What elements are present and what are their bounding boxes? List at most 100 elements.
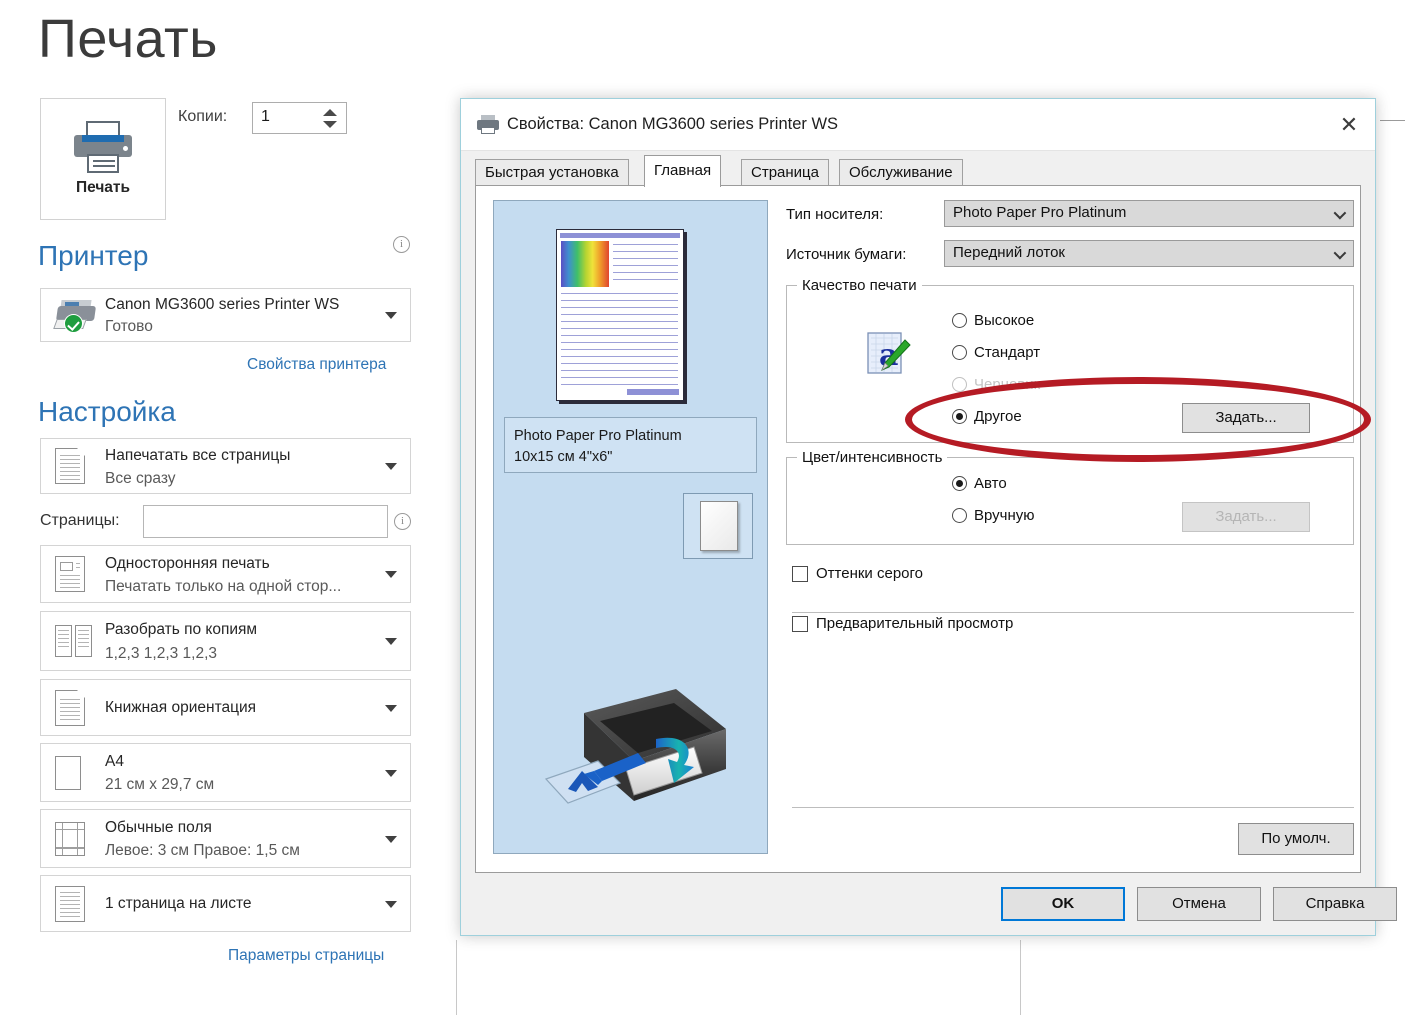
preview-caption-size: 10x15 см 4"x6" xyxy=(514,449,613,466)
pages-input[interactable] xyxy=(143,505,388,538)
setting-margins[interactable]: Обычные поля Левое: 3 см Правое: 1,5 см xyxy=(40,809,411,868)
preview-label: Предварительный просмотр xyxy=(816,615,1014,632)
printer-select[interactable]: Canon MG3600 series Printer WS Готово xyxy=(40,288,411,342)
radio-auto[interactable] xyxy=(952,476,967,491)
chevron-down-icon[interactable] xyxy=(385,312,397,319)
quality-option-draft-label: Черновик xyxy=(974,376,1041,393)
page-setup-link[interactable]: Параметры страницы xyxy=(228,947,384,965)
radio-custom[interactable] xyxy=(952,409,967,424)
preview-checkbox-row[interactable]: Предварительный просмотр xyxy=(792,615,1013,632)
quality-option-standard[interactable]: Стандарт xyxy=(952,344,1040,361)
radio-high[interactable] xyxy=(952,313,967,328)
quality-set-button[interactable]: Задать... xyxy=(1182,403,1310,433)
tab-maintenance[interactable]: Обслуживание xyxy=(839,159,963,186)
setting-orientation[interactable]: Книжная ориентация xyxy=(40,679,411,736)
media-type-select[interactable]: Photo Paper Pro Platinum xyxy=(944,200,1354,227)
chevron-down-icon[interactable] xyxy=(385,571,397,578)
dialog-tabstrip: Быстрая установка Главная Страница Обслу… xyxy=(475,155,1361,187)
grayscale-checkbox[interactable] xyxy=(792,565,808,582)
copies-decrement-icon[interactable] xyxy=(323,121,337,128)
setting-paper-size[interactable]: A4 21 см x 29,7 см xyxy=(40,743,411,802)
printer-info-icon[interactable]: i xyxy=(393,236,410,253)
quality-letter-pencil-icon: a xyxy=(865,330,911,376)
setting-pages-per-sheet[interactable]: 1 страница на листе xyxy=(40,875,411,932)
copies-label: Копии: xyxy=(178,108,228,125)
pages-info-icon[interactable]: i xyxy=(394,513,411,530)
chevron-down-icon[interactable] xyxy=(385,835,397,843)
quality-option-custom[interactable]: Другое xyxy=(952,408,1022,425)
one-sided-icon xyxy=(55,556,85,592)
preview-thumbnail xyxy=(700,501,738,551)
setting-sides[interactable]: Односторонняя печать Печатать только на … xyxy=(40,545,411,603)
radio-manual[interactable] xyxy=(952,508,967,523)
color-option-auto[interactable]: Авто xyxy=(952,475,1007,492)
grayscale-checkbox-row[interactable]: Оттенки серого xyxy=(792,565,923,582)
panel-divider-mid xyxy=(1020,940,1021,1015)
quality-option-draft: Черновик xyxy=(952,376,1040,393)
main-settings-column: Тип носителя: Photo Paper Pro Platinum И… xyxy=(786,200,1354,858)
printer-name: Canon MG3600 series Printer WS xyxy=(105,296,340,313)
radio-draft xyxy=(952,377,967,392)
chevron-down-icon[interactable] xyxy=(385,638,397,645)
defaults-button[interactable]: По умолч. xyxy=(1238,823,1354,855)
preview-color-gradient xyxy=(561,241,609,287)
chevron-down-icon[interactable] xyxy=(385,769,397,777)
preview-checkbox[interactable] xyxy=(792,615,808,632)
print-quality-group-title: Качество печати xyxy=(797,277,922,294)
setting-orientation-main: Книжная ориентация xyxy=(105,699,257,716)
preview-caption-media: Photo Paper Pro Platinum xyxy=(514,428,682,444)
printer-status: Готово xyxy=(105,318,153,335)
setting-margins-sub: Левое: 3 см Правое: 1,5 см xyxy=(105,842,300,859)
color-option-auto-label: Авто xyxy=(974,475,1007,492)
chevron-down-icon[interactable] xyxy=(385,463,397,470)
dialog-titlebar[interactable]: Свойства: Canon MG3600 series Printer WS… xyxy=(461,99,1375,151)
tab-main[interactable]: Главная xyxy=(644,155,722,187)
setting-paper-size-main: A4 xyxy=(105,753,124,770)
setting-margins-main: Обычные поля xyxy=(105,819,212,836)
setting-collate-sub: 1,2,3 1,2,3 1,2,3 xyxy=(105,645,218,662)
printer-status-icon xyxy=(53,298,97,333)
color-option-manual[interactable]: Вручную xyxy=(952,507,1035,524)
portrait-icon xyxy=(55,689,85,726)
close-icon[interactable]: ✕ xyxy=(1323,99,1375,151)
setting-collate-main: Разобрать по копиям xyxy=(105,621,258,638)
setting-print-range-sub: Все сразу xyxy=(105,470,176,487)
chevron-down-icon xyxy=(1333,246,1347,260)
settings-separator-1 xyxy=(792,612,1354,613)
dialog-footer: OK Отмена Справка xyxy=(461,873,1397,935)
printer-illustration-icon xyxy=(526,661,736,831)
copies-increment-icon[interactable] xyxy=(323,109,337,116)
radio-standard[interactable] xyxy=(952,345,967,360)
printer-properties-link[interactable]: Свойства принтера xyxy=(247,356,386,374)
panel-divider-left xyxy=(456,940,457,1015)
help-button[interactable]: Справка xyxy=(1273,887,1397,921)
paper-source-select[interactable]: Передний лоток xyxy=(944,240,1354,267)
document-icon xyxy=(55,448,85,484)
paper-source-label: Источник бумаги: xyxy=(786,246,907,263)
ok-button[interactable]: OK xyxy=(1001,887,1125,921)
dialog-title: Свойства: Canon MG3600 series Printer WS xyxy=(507,115,839,133)
copies-stepper[interactable]: 1 xyxy=(252,102,347,134)
cancel-button[interactable]: Отмена xyxy=(1137,887,1261,921)
setting-print-range[interactable]: Напечатать все страницы Все сразу xyxy=(40,438,411,494)
printer-icon xyxy=(477,115,499,135)
print-button[interactable]: Печать xyxy=(40,98,166,220)
printer-section-title: Принтер xyxy=(38,240,149,271)
tab-page-setup[interactable]: Страница xyxy=(741,159,829,186)
chevron-down-icon xyxy=(1333,206,1347,220)
setting-print-range-main: Напечатать все страницы xyxy=(105,447,291,464)
print-preview-pane: Photo Paper Pro Platinum 10x15 см 4"x6" xyxy=(493,200,768,854)
collate-icon xyxy=(55,625,93,657)
tab-quick-setup[interactable]: Быстрая установка xyxy=(475,159,629,186)
chevron-down-icon[interactable] xyxy=(385,704,397,712)
setting-collate[interactable]: Разобрать по копиям 1,2,3 1,2,3 1,2,3 xyxy=(40,611,411,671)
color-set-button: Задать... xyxy=(1182,502,1310,532)
chevron-down-icon[interactable] xyxy=(385,900,397,908)
preview-caption: Photo Paper Pro Platinum 10x15 см 4"x6" xyxy=(504,417,757,473)
quality-option-high-label: Высокое xyxy=(974,312,1035,329)
preview-thumbnail-frame xyxy=(683,493,753,559)
quality-option-high[interactable]: Высокое xyxy=(952,312,1034,329)
preview-top-rule xyxy=(1380,120,1405,121)
paper-source-value: Передний лоток xyxy=(953,244,1065,261)
pages-per-sheet-icon xyxy=(55,885,85,922)
